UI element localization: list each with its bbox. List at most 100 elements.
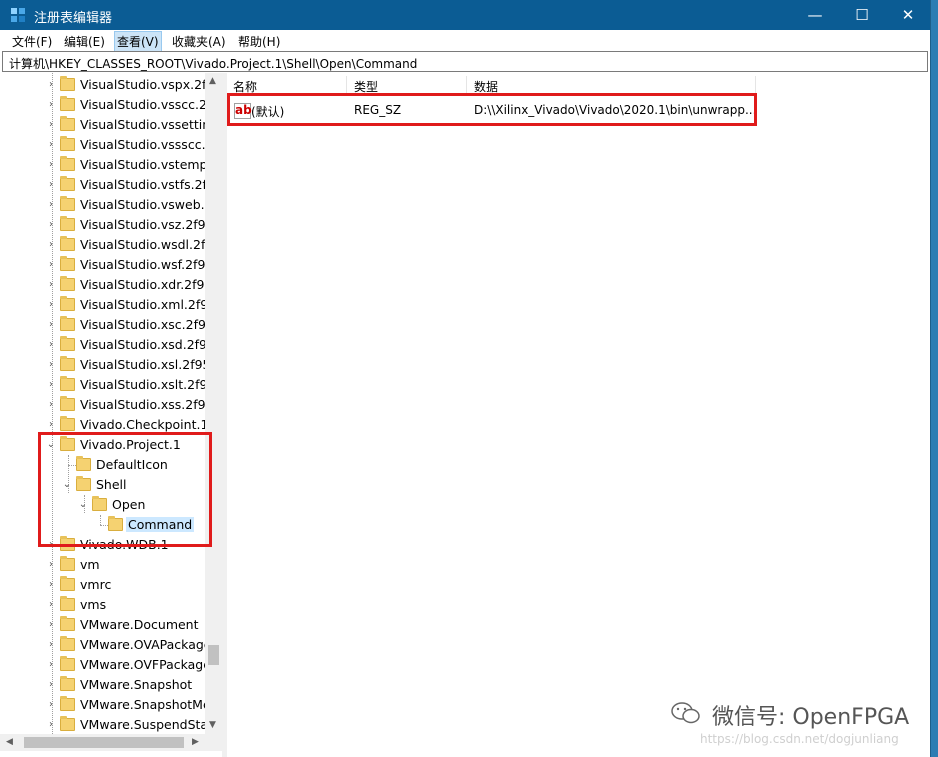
tree-item-label: VisualStudio.xsl.2f95a bbox=[80, 357, 219, 372]
scroll-up-icon[interactable]: ▲ bbox=[209, 76, 216, 86]
menu-file[interactable]: 文件(F) bbox=[12, 33, 52, 50]
scrollbar-thumb[interactable] bbox=[208, 645, 219, 665]
folder-icon bbox=[60, 356, 75, 371]
watermark-text: 微信号: OpenFPGA bbox=[712, 705, 910, 730]
address-bar[interactable]: 计算机\HKEY_CLASSES_ROOT\Vivado.Project.1\S… bbox=[2, 51, 928, 72]
menu-favorites[interactable]: 收藏夹(A) bbox=[172, 33, 226, 50]
tree-item-label: VisualStudio.wsdl.2f95 bbox=[80, 237, 222, 252]
tree-item[interactable]: › VMware.Document bbox=[0, 615, 205, 635]
minimize-icon: — bbox=[807, 6, 823, 24]
tree-item[interactable]: › VisualStudio.vstfs.2f95 bbox=[0, 175, 222, 195]
chevron-right-icon[interactable]: › bbox=[46, 380, 56, 390]
scroll-down-icon[interactable]: ▼ bbox=[209, 720, 216, 730]
scroll-left-icon[interactable]: ◀ bbox=[6, 737, 13, 747]
tree-item[interactable]: › VisualStudio.vsz.2f95a bbox=[0, 215, 221, 235]
tree-item[interactable]: › VisualStudio.vssettings bbox=[0, 115, 222, 135]
tree-item[interactable]: › VMware.OVAPackage bbox=[0, 635, 211, 655]
tree-item[interactable]: › VisualStudio.vsweb.2f bbox=[0, 195, 217, 215]
chevron-right-icon[interactable]: › bbox=[46, 700, 56, 710]
chevron-right-icon[interactable]: › bbox=[46, 340, 56, 350]
folder-icon bbox=[60, 336, 75, 351]
tree-item[interactable]: › VisualStudio.vstemplate bbox=[0, 155, 222, 175]
tree-item[interactable]: › VMware.SuspendStat bbox=[0, 715, 213, 735]
tree-item[interactable]: › VisualStudio.xslt.2f95a bbox=[0, 375, 222, 395]
chevron-right-icon[interactable]: › bbox=[46, 220, 56, 230]
scrollbar-thumb[interactable] bbox=[24, 737, 184, 748]
title-bar[interactable]: 注册表编辑器 — ☐ ✕ bbox=[0, 0, 930, 30]
tree-item[interactable]: › VisualStudio.xss.2f95a bbox=[0, 395, 221, 415]
registry-editor-window: 注册表编辑器 — ☐ ✕ 文件(F) 编辑(E) 查看(V) 收藏夹(A) 帮助… bbox=[0, 0, 931, 757]
chevron-right-icon[interactable]: › bbox=[46, 580, 56, 590]
folder-icon bbox=[60, 96, 75, 111]
tree-horizontal-scrollbar[interactable]: ◀ ▶ bbox=[0, 734, 222, 751]
folder-icon bbox=[60, 136, 75, 151]
chevron-right-icon[interactable]: › bbox=[46, 140, 56, 150]
menu-help[interactable]: 帮助(H) bbox=[238, 33, 280, 50]
chevron-right-icon[interactable]: › bbox=[46, 620, 56, 630]
tree-item[interactable]: › VisualStudio.vsscc.2f9 bbox=[0, 95, 219, 115]
chevron-right-icon[interactable]: › bbox=[46, 100, 56, 110]
tree-item[interactable]: › VisualStudio.wsdl.2f95 bbox=[0, 235, 221, 255]
scroll-right-icon[interactable]: ▶ bbox=[192, 737, 199, 747]
tree-item[interactable]: › VisualStudio.vssscc.2f bbox=[0, 135, 218, 155]
chevron-right-icon[interactable]: › bbox=[46, 280, 56, 290]
chevron-right-icon[interactable]: › bbox=[46, 200, 56, 210]
close-button[interactable]: ✕ bbox=[885, 0, 931, 30]
tree-item[interactable]: › VisualStudio.wsf.2f95a bbox=[0, 255, 221, 275]
minimize-button[interactable]: — bbox=[792, 0, 838, 30]
tree-item-label: vms bbox=[80, 597, 107, 612]
chevron-right-icon[interactable]: › bbox=[46, 260, 56, 270]
chevron-right-icon[interactable]: › bbox=[46, 360, 56, 370]
chevron-right-icon[interactable]: › bbox=[46, 420, 56, 430]
tree-item[interactable]: › VMware.Snapshot bbox=[0, 675, 205, 695]
folder-icon bbox=[60, 416, 75, 431]
tree-item[interactable]: › VisualStudio.xsl.2f95a bbox=[0, 355, 218, 375]
chevron-right-icon[interactable]: › bbox=[46, 720, 56, 730]
tree-item-label: VMware.OVFPackage bbox=[80, 657, 211, 672]
folder-icon bbox=[60, 76, 75, 91]
address-path: 计算机\HKEY_CLASSES_ROOT\Vivado.Project.1\S… bbox=[9, 57, 418, 71]
menu-view[interactable]: 查看(V) bbox=[114, 31, 162, 52]
chevron-right-icon[interactable]: › bbox=[46, 300, 56, 310]
maximize-button[interactable]: ☐ bbox=[839, 0, 885, 30]
tree-item[interactable]: › VisualStudio.vspx.2f95 bbox=[0, 75, 222, 95]
chevron-right-icon[interactable]: › bbox=[46, 320, 56, 330]
tree-vertical-scrollbar[interactable]: ▲ ▼ bbox=[205, 73, 222, 734]
highlight-box-tree bbox=[38, 432, 212, 547]
chevron-right-icon[interactable]: › bbox=[46, 240, 56, 250]
chevron-right-icon[interactable]: › bbox=[46, 600, 56, 610]
folder-icon bbox=[60, 556, 75, 571]
tree-item-label: VisualStudio.vstfs.2f95 bbox=[80, 177, 222, 192]
folder-icon bbox=[60, 576, 75, 591]
tree-item-label: VisualStudio.xsd.2f95 bbox=[80, 337, 215, 352]
menu-bar: 文件(F) 编辑(E) 查看(V) 收藏夹(A) 帮助(H) bbox=[0, 30, 930, 52]
chevron-right-icon[interactable]: › bbox=[46, 120, 56, 130]
tree-item-label: VisualStudio.wsf.2f95a bbox=[80, 257, 222, 272]
chevron-right-icon[interactable]: › bbox=[46, 80, 56, 90]
tree-item[interactable]: › vmrc bbox=[0, 575, 205, 595]
chevron-right-icon[interactable]: › bbox=[46, 560, 56, 570]
chevron-right-icon[interactable]: › bbox=[46, 680, 56, 690]
chevron-right-icon[interactable]: › bbox=[46, 180, 56, 190]
tree-item[interactable]: › VMware.SnapshotMe bbox=[0, 695, 211, 715]
menu-edit[interactable]: 编辑(E) bbox=[64, 33, 105, 50]
folder-icon bbox=[60, 716, 75, 731]
folder-icon bbox=[60, 296, 75, 311]
tree-item-label: VMware.Document bbox=[80, 617, 199, 632]
tree-item[interactable]: › vms bbox=[0, 595, 205, 615]
tree-item[interactable]: › vm bbox=[0, 555, 205, 575]
folder-icon bbox=[60, 196, 75, 211]
tree-item[interactable]: › VisualStudio.xsd.2f95 bbox=[0, 335, 215, 355]
tree-item[interactable]: › VisualStudio.xsc.2f95a bbox=[0, 315, 222, 335]
folder-icon bbox=[60, 696, 75, 711]
tree-item[interactable]: › VMware.OVFPackage bbox=[0, 655, 211, 675]
folder-icon bbox=[60, 376, 75, 391]
chevron-right-icon[interactable]: › bbox=[46, 160, 56, 170]
chevron-right-icon[interactable]: › bbox=[46, 400, 56, 410]
chevron-right-icon[interactable]: › bbox=[46, 660, 56, 670]
tree-item[interactable]: › VisualStudio.xdr.2f95a bbox=[0, 275, 220, 295]
key-tree: › VisualStudio.vspx.2f95 › VisualStudio.vs… bbox=[0, 73, 222, 757]
chevron-right-icon[interactable]: › bbox=[46, 640, 56, 650]
tree-item[interactable]: › VisualStudio.xml.2f95a bbox=[0, 295, 222, 315]
folder-icon bbox=[60, 216, 75, 231]
